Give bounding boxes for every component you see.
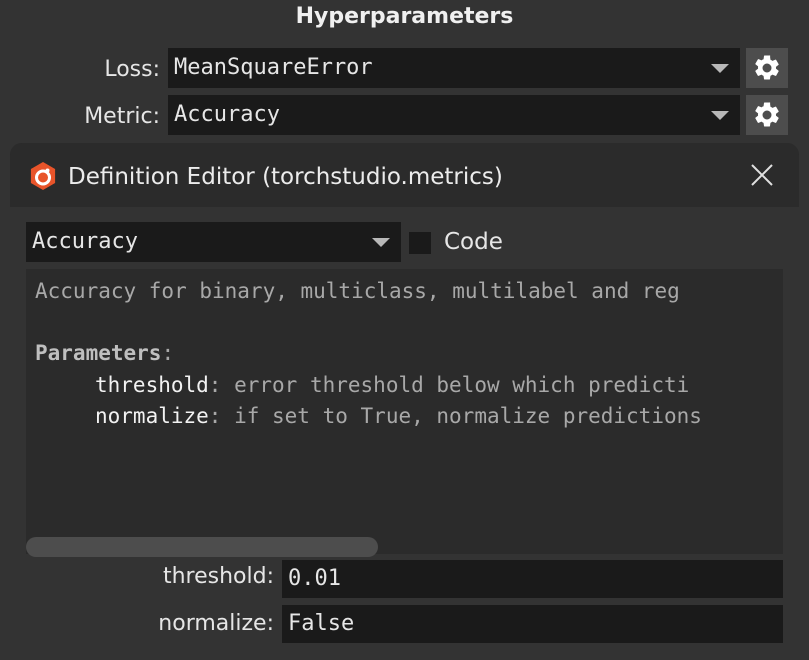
- doc-param-threshold: threshold: error threshold below which p…: [95, 373, 689, 397]
- doc-param-desc: if set to True, normalize predictions: [221, 404, 702, 428]
- doc-summary: Accuracy for binary, multiclass, multila…: [35, 279, 680, 303]
- loss-label: Loss:: [104, 57, 160, 82]
- normalize-input[interactable]: False: [282, 605, 783, 643]
- documentation-viewer[interactable]: Accuracy for binary, multiclass, multila…: [26, 269, 783, 534]
- doc-parameters-heading: Parameters:: [35, 341, 174, 365]
- panel-title: Hyperparameters: [295, 4, 514, 29]
- threshold-input[interactable]: 0.01: [282, 560, 783, 598]
- dialog-titlebar[interactable]: Definition Editor (torchstudio.metrics): [10, 143, 799, 207]
- metric-select[interactable]: Accuracy: [168, 95, 740, 135]
- chevron-down-icon: [372, 238, 390, 247]
- doc-param-name: threshold: [95, 373, 209, 397]
- chevron-down-icon: [711, 64, 729, 73]
- definition-select-value: Accuracy: [32, 229, 138, 254]
- doc-parameters-heading-colon: :: [161, 341, 175, 365]
- normalize-input-value: False: [288, 611, 355, 636]
- metric-label: Metric:: [84, 104, 160, 129]
- doc-param-name: normalize: [95, 404, 209, 428]
- horizontal-scrollbar[interactable]: [26, 534, 783, 557]
- metric-select-value: Accuracy: [174, 102, 280, 127]
- doc-param-sep: :: [208, 404, 222, 428]
- doc-param-normalize: normalize: if set to True, normalize pre…: [95, 404, 702, 428]
- loss-select-value: MeanSquareError: [174, 55, 373, 80]
- code-checkbox-label[interactable]: Code: [444, 222, 503, 262]
- dialog-body: Accuracy Code Accuracy for binary, multi…: [10, 207, 799, 660]
- dialog-title: Definition Editor (torchstudio.metrics): [68, 164, 503, 190]
- doc-param-desc: error threshold below which predicti: [221, 373, 690, 397]
- close-icon[interactable]: [749, 162, 775, 188]
- torchstudio-logo-icon: [30, 162, 56, 190]
- threshold-label: threshold:: [162, 564, 274, 589]
- metric-settings-button[interactable]: [746, 95, 788, 135]
- doc-parameters-heading-text: Parameters: [35, 341, 162, 365]
- gear-icon: [755, 102, 779, 127]
- code-checkbox[interactable]: [409, 232, 431, 254]
- threshold-input-value: 0.01: [288, 566, 341, 591]
- gear-icon: [755, 55, 779, 80]
- definition-editor-dialog: Definition Editor (torchstudio.metrics) …: [10, 143, 799, 660]
- doc-param-sep: :: [208, 373, 222, 397]
- loss-settings-button[interactable]: [746, 48, 788, 88]
- chevron-down-icon: [711, 111, 729, 120]
- loss-select[interactable]: MeanSquareError: [168, 48, 740, 88]
- definition-select[interactable]: Accuracy: [26, 222, 401, 262]
- normalize-label: normalize:: [158, 611, 274, 636]
- scrollbar-thumb[interactable]: [26, 537, 378, 557]
